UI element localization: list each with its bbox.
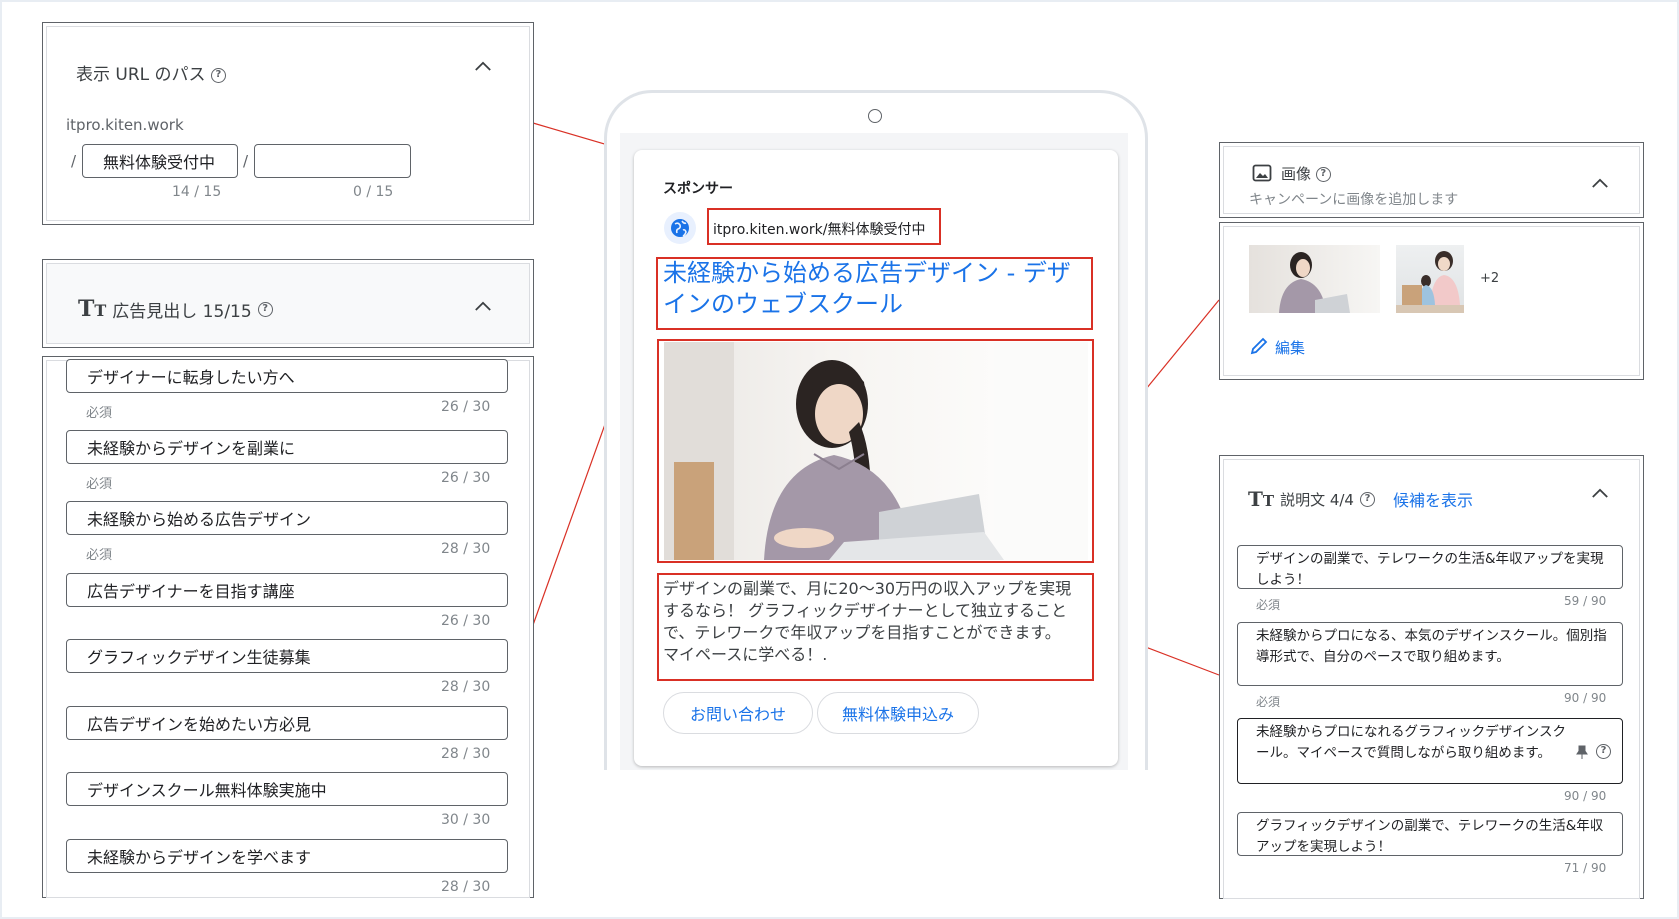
headline-input[interactable]: 広告デザインを始めたい方必見 — [66, 706, 508, 740]
description-count: 71 / 90 — [1564, 861, 1607, 875]
url-slash-1: / — [71, 152, 77, 170]
contact-button[interactable]: お問い合わせ — [663, 692, 813, 734]
headline-count: 28 / 30 — [441, 746, 491, 762]
help-icon[interactable]: ? — [210, 67, 226, 83]
image-thumbnail-1[interactable] — [1249, 245, 1380, 313]
headline-input[interactable]: 未経験からデザインを副業に — [66, 430, 508, 464]
image-edit-link[interactable]: 編集 — [1275, 337, 1305, 358]
headline-count: 26 / 30 — [441, 613, 491, 629]
chevron-up-icon[interactable] — [1591, 487, 1609, 499]
help-icon[interactable]: ? — [1359, 491, 1375, 507]
sponsor-label: スポンサー — [663, 181, 733, 197]
chevron-up-icon[interactable] — [1591, 177, 1609, 189]
headline-input[interactable]: デザイナーに転身したい方へ — [66, 359, 508, 393]
phone-camera — [868, 109, 882, 123]
chevron-up-icon[interactable] — [474, 300, 492, 312]
text-format-icon: TT — [78, 296, 107, 322]
headline-title-row: TT 広告見出し 15/15 ? — [78, 296, 273, 322]
headline-input[interactable]: デザインスクール無料体験実施中 — [66, 772, 508, 806]
help-icon[interactable]: ? — [1315, 167, 1331, 182]
image-title: 画像 — [1281, 165, 1312, 183]
headline-count: 30 / 30 — [441, 812, 491, 828]
headline-count: 26 / 30 — [441, 399, 491, 415]
url-path1-count: 14 / 15 — [172, 184, 222, 200]
description-count: 59 / 90 — [1564, 594, 1607, 608]
chevron-up-icon[interactable] — [474, 60, 492, 72]
highlight-url — [707, 208, 941, 245]
pencil-icon[interactable] — [1249, 336, 1269, 356]
highlight-description — [657, 573, 1094, 681]
headline-input[interactable]: 未経験から始める広告デザイン — [66, 501, 508, 535]
text-format-icon: TT — [1248, 487, 1275, 511]
headline-title: 広告見出し 15/15 — [112, 301, 252, 322]
image-icon — [1252, 164, 1272, 182]
image-thumbnail-2[interactable] — [1396, 245, 1464, 313]
url-path2-count: 0 / 15 — [353, 184, 394, 200]
globe-icon — [664, 212, 696, 244]
description-input[interactable]: グラフィックデザインの副業で、テレワークの生活&年収アップを実現しよう！ — [1237, 812, 1623, 856]
headline-count: 28 / 30 — [441, 541, 491, 557]
help-icon[interactable]: ? — [1596, 744, 1611, 759]
suggest-link[interactable]: 候補を表示 — [1393, 487, 1473, 511]
headline-input[interactable]: 未経験からデザインを学べます — [66, 839, 508, 873]
image-title-row: 画像 ? — [1281, 163, 1331, 184]
free-trial-button[interactable]: 無料体験申込み — [817, 692, 979, 734]
highlight-image — [657, 339, 1094, 563]
description-count: 90 / 90 — [1564, 789, 1607, 803]
description-title: 説明文 4/4 — [1280, 490, 1354, 509]
description-required: 必須 — [1256, 598, 1281, 612]
headline-count: 28 / 30 — [441, 879, 491, 895]
url-slash-2: / — [243, 152, 249, 170]
headline-required: 必須 — [86, 406, 113, 421]
description-title-row: TT 説明文 4/4 ? 候補を表示 — [1248, 487, 1473, 511]
url-path2-input[interactable] — [254, 144, 411, 178]
description-input[interactable]: 未経験からプロになる、本気のデザインスクール。個別指導形式で、自分のペースで取り… — [1237, 622, 1623, 686]
url-domain: itpro.kiten.work — [66, 116, 184, 134]
description-required: 必須 — [1256, 695, 1281, 709]
description-input[interactable]: デザインの副業で、テレワークの生活&年収アップを実現しよう！ — [1237, 545, 1623, 589]
headline-required: 必須 — [86, 548, 113, 563]
pin-icon[interactable] — [1576, 745, 1588, 759]
headline-count: 26 / 30 — [441, 470, 491, 486]
highlight-headline — [656, 257, 1093, 330]
headline-count: 28 / 30 — [441, 679, 491, 695]
description-count: 90 / 90 — [1564, 691, 1607, 705]
headline-input[interactable]: グラフィックデザイン生徒募集 — [66, 639, 508, 673]
headline-required: 必須 — [86, 477, 113, 492]
image-more-count[interactable]: +2 — [1480, 271, 1499, 286]
url-path1-input[interactable]: 無料体験受付中 — [82, 144, 238, 178]
url-path-title-row: 表示 URL のパス ? — [76, 60, 226, 85]
help-icon[interactable]: ? — [257, 301, 273, 317]
image-subtitle: キャンペーンに画像を追加します — [1249, 192, 1459, 208]
headline-input[interactable]: 広告デザイナーを目指す講座 — [66, 573, 508, 607]
description-input[interactable]: 未経験からプロになれるグラフィックデザインスクール。マイペースで質問しながら取り… — [1237, 718, 1623, 784]
url-path-title: 表示 URL のパス — [76, 65, 206, 85]
